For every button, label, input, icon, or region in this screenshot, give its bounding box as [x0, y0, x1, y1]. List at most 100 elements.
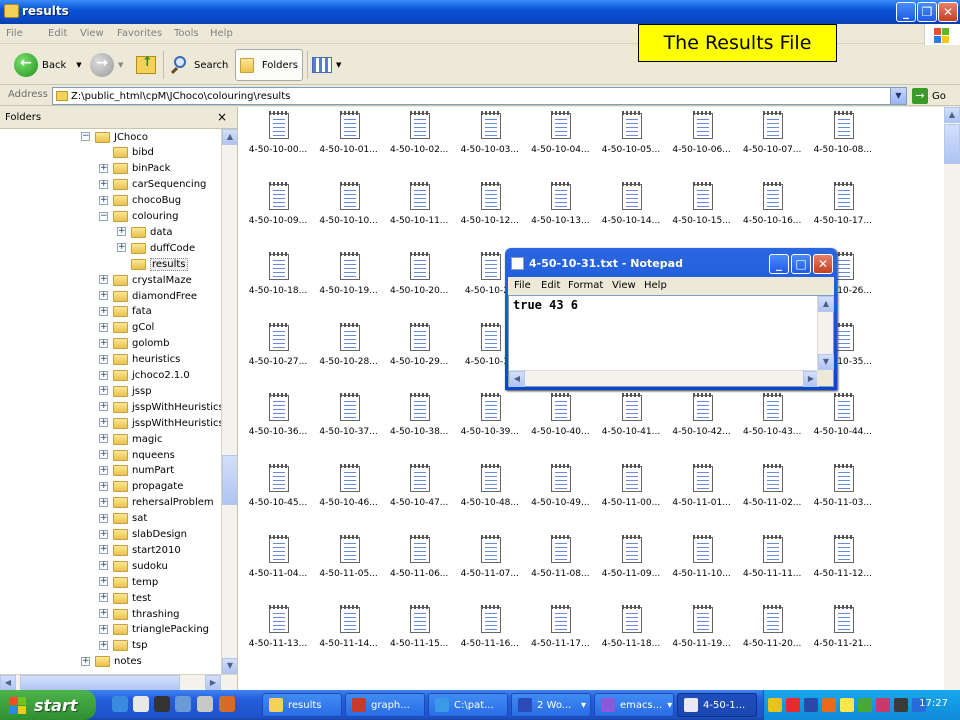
scroll-thumb[interactable]: [222, 455, 238, 505]
file-item[interactable]: 4-50-11-15...: [384, 601, 454, 659]
tree-item-sat[interactable]: + sat: [99, 511, 147, 527]
tree-item-bibd[interactable]: bibd: [99, 145, 154, 161]
file-item[interactable]: 4-50-11-21...: [808, 601, 878, 659]
ie-quicklaunch-icon[interactable]: [112, 696, 128, 712]
expand-icon[interactable]: +: [99, 179, 108, 189]
notepad-maximize-button[interactable]: □: [791, 254, 811, 274]
maximize-button[interactable]: ❐: [917, 2, 937, 22]
file-item[interactable]: 4-50-10-18...: [243, 248, 313, 306]
file-item[interactable]: 4-50-10-16...: [737, 178, 807, 236]
file-item[interactable]: 4-50-10-03...: [455, 107, 525, 165]
scroll-up-button[interactable]: ▲: [222, 129, 238, 145]
tree-item-heuristics[interactable]: + heuristics: [99, 352, 180, 368]
expand-icon[interactable]: +: [99, 561, 108, 571]
expand-icon[interactable]: +: [81, 656, 90, 666]
command-prompt-quicklaunch-icon[interactable]: [154, 696, 170, 712]
scroll-up-button[interactable]: ▲: [944, 107, 960, 123]
file-item[interactable]: 4-50-11-02...: [737, 460, 807, 518]
file-item[interactable]: 4-50-10-04...: [525, 107, 595, 165]
folders-pane-close-button[interactable]: ×: [217, 110, 227, 124]
resize-grip[interactable]: [817, 370, 833, 386]
expand-icon[interactable]: +: [99, 624, 108, 634]
tree-item-temp[interactable]: + temp: [99, 574, 158, 590]
expand-icon[interactable]: +: [99, 434, 108, 444]
notepad-menu-help[interactable]: Help: [644, 280, 667, 291]
acrobat-tray-icon[interactable]: [786, 698, 800, 712]
expand-icon[interactable]: +: [99, 338, 108, 348]
file-item[interactable]: 4-50-11-00...: [596, 460, 666, 518]
file-item[interactable]: 4-50-10-44...: [808, 389, 878, 447]
show-desktop-quicklaunch-icon[interactable]: [175, 696, 191, 712]
address-input[interactable]: Z:\public_html\cpM\JChoco\colouring\resu…: [52, 87, 907, 105]
file-item[interactable]: 4-50-11-11...: [737, 531, 807, 589]
file-item[interactable]: 4-50-11-05...: [314, 531, 384, 589]
tree-item-chocobug[interactable]: + chocoBug: [99, 193, 181, 209]
expand-icon[interactable]: +: [99, 513, 108, 523]
tree-item-duffcode[interactable]: + duffCode: [117, 240, 195, 256]
forward-button[interactable]: → ▼: [90, 49, 123, 81]
start-button[interactable]: start: [0, 690, 96, 720]
file-item[interactable]: 4-50-10-19...: [314, 248, 384, 306]
scroll-thumb[interactable]: [944, 124, 960, 164]
minimize-button[interactable]: _: [896, 2, 916, 22]
file-item[interactable]: 4-50-11-01...: [667, 460, 737, 518]
expand-icon[interactable]: +: [99, 275, 108, 285]
tree-item-gcol[interactable]: + gCol: [99, 320, 154, 336]
scroll-left-button[interactable]: ◀: [0, 675, 16, 691]
file-item[interactable]: 4-50-10-20...: [384, 248, 454, 306]
menu-help[interactable]: Help: [210, 28, 233, 39]
tree-item-binpack[interactable]: + binPack: [99, 161, 170, 177]
file-item[interactable]: 4-50-11-09...: [596, 531, 666, 589]
expand-icon[interactable]: +: [99, 386, 108, 396]
expand-icon[interactable]: +: [99, 322, 108, 332]
file-item[interactable]: 4-50-10-12...: [455, 178, 525, 236]
file-item[interactable]: 4-50-10-13...: [525, 178, 595, 236]
file-item[interactable]: 4-50-11-20...: [737, 601, 807, 659]
tree-item-colouring[interactable]: − colouring: [99, 209, 178, 225]
file-item[interactable]: 4-50-10-29...: [384, 319, 454, 377]
expand-icon[interactable]: +: [99, 402, 108, 412]
tree-item-jsspwithheuristicsol[interactable]: + jsspWithHeuristicsOl: [99, 415, 221, 431]
tree-item-golomb[interactable]: + golomb: [99, 336, 169, 352]
file-item[interactable]: 4-50-10-01...: [314, 107, 384, 165]
file-item[interactable]: 4-50-10-08...: [808, 107, 878, 165]
taskbar-button[interactable]: C:\pat...: [428, 693, 508, 717]
scroll-down-button[interactable]: ▼: [818, 354, 834, 370]
close-button[interactable]: ✕: [938, 2, 958, 22]
notepad-vertical-scrollbar[interactable]: ▲ ▼: [817, 296, 834, 370]
file-item[interactable]: 4-50-10-17...: [808, 178, 878, 236]
file-item[interactable]: 4-50-10-07...: [737, 107, 807, 165]
expand-icon[interactable]: +: [99, 163, 108, 173]
tree-item-data[interactable]: + data: [117, 224, 173, 240]
file-item[interactable]: 4-50-10-00...: [243, 107, 313, 165]
notepad-close-button[interactable]: ✕: [813, 254, 833, 274]
file-item[interactable]: 4-50-10-11...: [384, 178, 454, 236]
search-button[interactable]: Search: [170, 49, 228, 81]
tree-item-crystalmaze[interactable]: + crystalMaze: [99, 272, 192, 288]
file-item[interactable]: 4-50-11-17...: [525, 601, 595, 659]
tree-item-jsspwithheuristics[interactable]: + jsspWithHeuristics: [99, 399, 221, 415]
expand-icon[interactable]: +: [117, 243, 126, 253]
collapse-icon[interactable]: −: [99, 211, 108, 221]
file-item[interactable]: 4-50-10-05...: [596, 107, 666, 165]
file-item[interactable]: 4-50-11-04...: [243, 531, 313, 589]
expand-icon[interactable]: +: [99, 450, 108, 459]
expand-icon[interactable]: +: [99, 465, 108, 475]
menu-edit[interactable]: Edit: [48, 28, 67, 39]
expand-icon[interactable]: +: [117, 227, 126, 237]
scroll-left-button[interactable]: ◀: [509, 371, 525, 387]
file-item[interactable]: 4-50-11-12...: [808, 531, 878, 589]
app-tray-icon[interactable]: [876, 698, 890, 712]
expand-icon[interactable]: +: [99, 593, 108, 603]
go-button[interactable]: → Go: [912, 88, 946, 104]
expand-icon[interactable]: +: [99, 577, 108, 587]
folders-button[interactable]: Folders: [235, 49, 303, 81]
file-item[interactable]: 4-50-11-06...: [384, 531, 454, 589]
scroll-down-button[interactable]: ▼: [222, 658, 238, 674]
update-tray-icon[interactable]: [822, 698, 836, 712]
tree-item-diamondfree[interactable]: + diamondFree: [99, 288, 197, 304]
scroll-up-button[interactable]: ▲: [818, 296, 834, 312]
notepad-menu-format[interactable]: Format: [568, 280, 603, 291]
file-item[interactable]: 4-50-10-47...: [384, 460, 454, 518]
taskbar-button[interactable]: 2 Wo... ▾: [511, 693, 591, 717]
